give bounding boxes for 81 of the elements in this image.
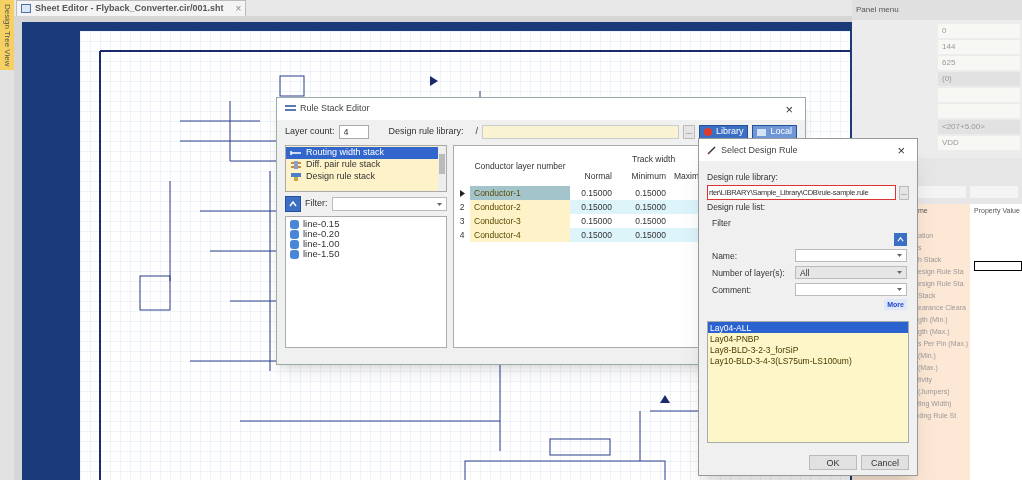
table-cell: Conductor-1 — [470, 186, 570, 200]
rule-item[interactable]: Lay10-BLD-3-4-3(LS75um-LS100um) — [708, 355, 908, 366]
stack-item[interactable]: Design rule stack — [286, 171, 438, 183]
editor-tab[interactable]: Sheet Editor - Flyback_Converter.cir/001.sht × — [16, 0, 247, 16]
dropdown-caret-icon — [897, 271, 902, 274]
library-icon — [703, 128, 712, 136]
row-index: 4 — [459, 228, 465, 242]
rule-line-item[interactable]: line-1.50 — [303, 249, 340, 259]
table-cell-text: 0.15000 — [580, 186, 613, 200]
stack-item[interactable]: Diff. pair rule stack — [286, 159, 438, 171]
layers-label: Number of layer(s): — [712, 267, 785, 278]
rule-item[interactable]: Lay04-ALL — [708, 322, 908, 333]
current-row-icon — [459, 189, 465, 197]
column-header: Minimum — [630, 169, 667, 183]
filter-label: Filter — [711, 218, 731, 228]
close-button[interactable]: × — [781, 102, 797, 116]
column-header: Normal — [583, 169, 613, 183]
filter-label: Filter: — [305, 197, 328, 211]
table-cell-text: 0.15000 — [634, 186, 667, 200]
table-cell-text: 0.15000 — [634, 200, 667, 214]
row-index: 3 — [459, 214, 465, 228]
library-label: Design rule library: — [388, 125, 464, 139]
cancel-button[interactable]: Cancel — [861, 455, 909, 470]
side-tab-label: Design Tree View — [2, 3, 13, 67]
table-cell-text: 0.15000 — [580, 228, 613, 242]
library-path-field[interactable] — [482, 125, 679, 139]
table-cell: Conductor-3 — [470, 214, 570, 228]
column-header: Conductor layer number — [473, 159, 567, 173]
dropdown-field[interactable] — [795, 249, 907, 262]
rule-item[interactable]: Lay04-PNBP — [708, 333, 908, 344]
library-button[interactable]: Library — [698, 125, 749, 139]
panel-title: Panel menu — [856, 4, 899, 16]
ok-button[interactable]: OK — [809, 455, 857, 470]
layer-count-label: Layer count: — [285, 125, 335, 139]
table-cell: Conductor-4 — [470, 228, 570, 242]
pen-icon — [707, 145, 717, 155]
property-value-field[interactable] — [974, 260, 1022, 271]
rule-line-item[interactable]: line-0.20 — [303, 229, 340, 239]
column-group-header: Track width — [632, 153, 676, 166]
table-cell: Conductor-2 — [470, 200, 570, 214]
name-label: Name: — [712, 250, 738, 261]
table-cell-text: 0.15000 — [634, 214, 667, 228]
layer-count-field[interactable]: 4 — [338, 125, 369, 139]
filter-toggle-button[interactable] — [285, 196, 301, 212]
filter-toggle-button[interactable] — [894, 233, 907, 246]
chevron-up-icon — [897, 236, 904, 243]
browse-button[interactable]: ... — [682, 125, 695, 139]
pair-lines-icon — [290, 160, 302, 170]
tab-close-icon: × — [235, 1, 242, 16]
editor-icon — [285, 104, 296, 114]
scrollbar[interactable] — [438, 146, 446, 191]
dropdown-field[interactable] — [795, 283, 907, 296]
dropdown-caret-icon — [897, 254, 902, 257]
component-symbol — [549, 438, 611, 456]
table-cell-text: 0.15000 — [580, 214, 613, 228]
stack-icon — [290, 172, 302, 182]
table-cell-text: 0.15000 — [634, 228, 667, 242]
dropdown-field[interactable]: All — [795, 266, 907, 279]
component-symbol — [279, 75, 305, 97]
diode-symbol — [660, 395, 670, 403]
dialog-title: Rule Stack Editor — [300, 102, 370, 116]
dropdown-caret-icon — [437, 202, 442, 206]
side-panel-tab[interactable]: Design Tree View — [0, 0, 14, 480]
table-cell-text: 0.15000 — [580, 200, 613, 214]
path-separator: / — [475, 125, 479, 139]
rule-item[interactable]: Lay8-BLD-3-2-3_forSiP — [708, 344, 908, 355]
dialog-title: Select Design Rule — [721, 145, 798, 155]
library-label: Design rule library: — [707, 172, 778, 182]
stack-item[interactable]: Routing width stack — [286, 147, 438, 159]
rule-line-item[interactable]: line-0.15 — [303, 219, 340, 229]
chevron-up-icon — [289, 200, 297, 208]
row-index: 2 — [459, 200, 465, 214]
sheet-icon — [21, 4, 31, 13]
local-icon — [757, 128, 767, 136]
close-button[interactable]: × — [893, 143, 909, 157]
diode-symbol — [430, 76, 438, 86]
rule-line-item[interactable]: line-1.00 — [303, 239, 340, 249]
list-label: Design rule list: — [707, 202, 766, 212]
dropdown-caret-icon — [897, 288, 902, 291]
filter-combo[interactable] — [331, 197, 447, 211]
comment-label: Comment: — [712, 284, 752, 295]
